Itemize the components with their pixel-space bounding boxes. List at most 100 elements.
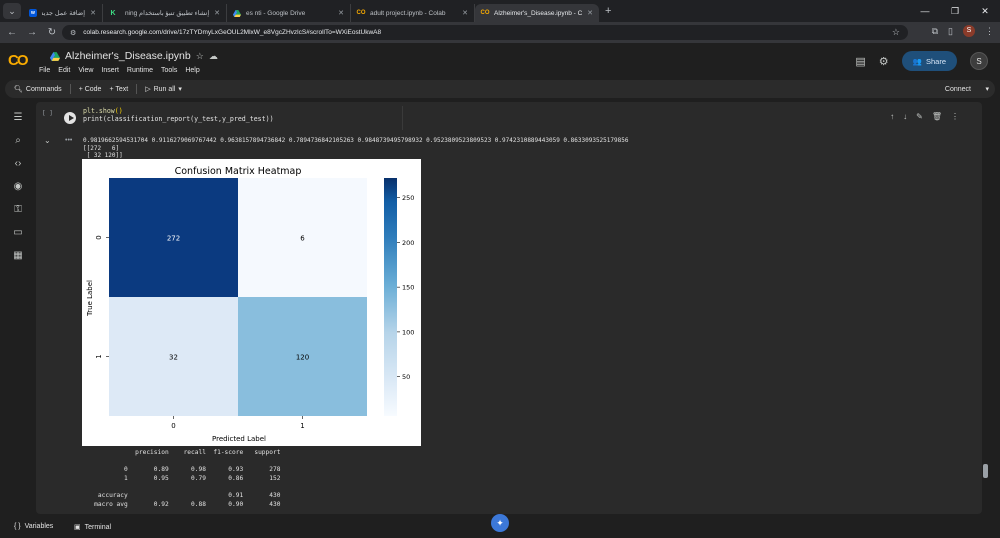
code-line: plt.show	[83, 107, 115, 115]
run-all-label: Run all	[153, 85, 176, 93]
variables-inspector-icon[interactable]: ◉	[12, 181, 24, 193]
notebook-toolbar: 🔍︎ Commands + Code + Text ▷ Run all ▾ Co…	[5, 80, 995, 98]
account-avatar[interactable]: S	[970, 52, 988, 70]
sidepanel-icon[interactable]: ▯	[948, 26, 953, 37]
maximize-icon[interactable]: ❐	[940, 6, 970, 17]
output-line: 0.9819662594531704 0.9116279069767442 0.…	[83, 137, 629, 144]
classification-report: precision recall f1-score support 0 0.89…	[83, 449, 280, 509]
code-snippets-icon[interactable]: ‹›	[12, 158, 24, 170]
browser-menu-icon[interactable]: ⋮	[985, 26, 994, 37]
left-sidebar-rail: ☰ ⌕ ‹› ◉ ⚿ ▭ ▦	[0, 104, 36, 516]
x-tick-label: 1	[300, 422, 304, 430]
chevron-down-icon[interactable]: ▾	[985, 85, 989, 93]
comments-icon[interactable]: ▤	[855, 55, 865, 68]
k-logo-favicon-icon: K	[110, 9, 116, 17]
settings-gear-icon[interactable]: ⚙	[879, 55, 889, 68]
close-window-icon[interactable]: ✕	[970, 6, 1000, 17]
bookmark-star-icon[interactable]: ☆	[892, 27, 900, 38]
minimize-icon[interactable]: —	[910, 6, 940, 16]
toolbar-divider	[136, 84, 138, 94]
back-arrow-icon[interactable]: ←	[4, 27, 20, 38]
browser-tab-2[interactable]: K إنشاء تطبيق تنبؤ باستخدام ning ✕	[103, 4, 227, 22]
browser-tab-4[interactable]: CO adult project.ipynb - Colab ✕	[351, 4, 475, 22]
add-text-button[interactable]: + Text	[109, 86, 128, 93]
menu-edit[interactable]: Edit	[58, 67, 70, 74]
move-up-icon[interactable]: ↑	[890, 112, 894, 121]
tab-title: إنشاء تطبيق تنبؤ باستخدام ning	[124, 10, 210, 17]
notebook-title-row: Alzheimer's_Disease.ipynb ☆ ☁	[50, 50, 218, 62]
close-tab-icon[interactable]: ✕	[214, 9, 220, 17]
variables-label: Variables	[24, 523, 54, 530]
report-line: 1 0.95 0.79 0.86 152	[83, 474, 281, 482]
cell-output-text: 0.9819662594531704 0.9116279069767442 0.…	[83, 137, 628, 160]
cell-code[interactable]: plt.show() print(classification_report(y…	[83, 107, 274, 123]
browser-tab-1[interactable]: w إضافة عمل جديد | إشغلني ✕	[23, 4, 103, 22]
heatmap-chart: Confusion Matrix Heatmap 272 6 32 120 0 1 0 1 5…	[86, 166, 414, 443]
report-line: 0 0.89 0.98 0.93 278	[83, 466, 281, 474]
delete-trash-icon[interactable]: 🗑︎	[932, 112, 942, 121]
notebook-title[interactable]: Alzheimer's_Disease.ipynb	[65, 50, 191, 62]
secrets-key-icon[interactable]: ⚿	[12, 204, 24, 216]
reload-icon[interactable]: ↻	[44, 27, 60, 38]
search-icon: 🔍︎	[14, 86, 23, 93]
extensions-icon[interactable]: ⧉	[932, 26, 938, 37]
connect-button[interactable]: Connect	[945, 86, 971, 93]
forward-arrow-icon[interactable]: →	[24, 27, 40, 38]
tab-search-button[interactable]: ⌄	[3, 3, 21, 19]
close-tab-icon[interactable]: ✕	[338, 9, 344, 17]
profile-avatar[interactable]: S	[963, 25, 975, 37]
url-text[interactable]: colab.research.google.com/drive/17zTYDmy…	[83, 29, 381, 36]
run-cell-button[interactable]	[64, 112, 76, 124]
colorbar-tick-label: 150	[402, 284, 414, 292]
commands-button[interactable]: 🔍︎ Commands	[14, 85, 62, 94]
heatmap-cell-value: 32	[169, 354, 178, 362]
files-folder-icon[interactable]: ▭	[12, 227, 24, 239]
chevron-down-icon: ▾	[178, 86, 182, 93]
colab-favicon-icon: CO	[356, 10, 366, 16]
more-options-icon[interactable]: ⋮	[951, 112, 959, 121]
edit-pen-icon[interactable]: ✎	[916, 112, 923, 121]
close-tab-icon[interactable]: ✕	[587, 9, 593, 17]
close-tab-icon[interactable]: ✕	[90, 9, 96, 17]
gemini-sparkle-button[interactable]: ✦	[491, 514, 509, 532]
y-axis-label: True Label	[86, 280, 94, 317]
heatmap-cell-value: 6	[300, 235, 305, 243]
terminal-icon: ▣	[74, 524, 81, 531]
terminal-button[interactable]: ▣ Terminal	[74, 523, 112, 532]
site-info-icon[interactable]: ⚙	[70, 29, 76, 37]
data-table-icon[interactable]: ▦	[12, 250, 24, 262]
terminal-label: Terminal	[84, 523, 112, 531]
code-line: print(classification_report(y_test,y_pre…	[83, 115, 274, 123]
tab-title: Alzheimer's_Disease.ipynb - Co	[494, 9, 583, 17]
close-tab-icon[interactable]: ✕	[462, 9, 468, 17]
y-tick-label: 1	[95, 354, 103, 358]
table-of-contents-icon[interactable]: ☰	[12, 112, 24, 124]
browser-tab-5[interactable]: CO Alzheimer's_Disease.ipynb - Co ✕	[475, 4, 599, 22]
share-button[interactable]: 👥 Share	[901, 51, 957, 71]
code-line: ()	[114, 107, 123, 115]
url-omnibox[interactable]: ⚙ colab.research.google.com/drive/17zTYD…	[62, 25, 908, 40]
notebook-scrollbar[interactable]	[983, 464, 988, 478]
google-drive-icon	[233, 9, 241, 17]
colab-logo[interactable]: CO	[8, 52, 28, 69]
star-icon[interactable]: ☆	[196, 51, 204, 62]
move-down-icon[interactable]: ↓	[903, 112, 907, 121]
menu-insert[interactable]: Insert	[101, 67, 119, 74]
collapse-output-icon[interactable]: ⌄	[44, 136, 51, 145]
output-actions-icon[interactable]: •••	[65, 137, 72, 144]
menu-help[interactable]: Help	[185, 67, 199, 74]
menu-view[interactable]: View	[78, 67, 93, 74]
variables-button[interactable]: { } Variables	[14, 523, 53, 530]
colorbar	[384, 178, 397, 416]
run-all-button[interactable]: ▷ Run all ▾	[145, 85, 182, 94]
menu-file[interactable]: File	[39, 67, 50, 74]
browser-tab-3[interactable]: es nti - Google Drive ✕	[227, 4, 351, 22]
cloud-saved-icon: ☁	[208, 50, 218, 61]
add-code-button[interactable]: + Code	[79, 86, 102, 93]
menu-tools[interactable]: Tools	[161, 67, 177, 74]
new-tab-button[interactable]: +	[605, 5, 611, 17]
browser-address-bar: ← → ↻ ⚙ colab.research.google.com/drive/…	[0, 22, 1000, 43]
colab-favicon-icon: CO	[480, 10, 490, 16]
find-replace-icon[interactable]: ⌕	[12, 135, 24, 147]
menu-runtime[interactable]: Runtime	[127, 67, 153, 74]
